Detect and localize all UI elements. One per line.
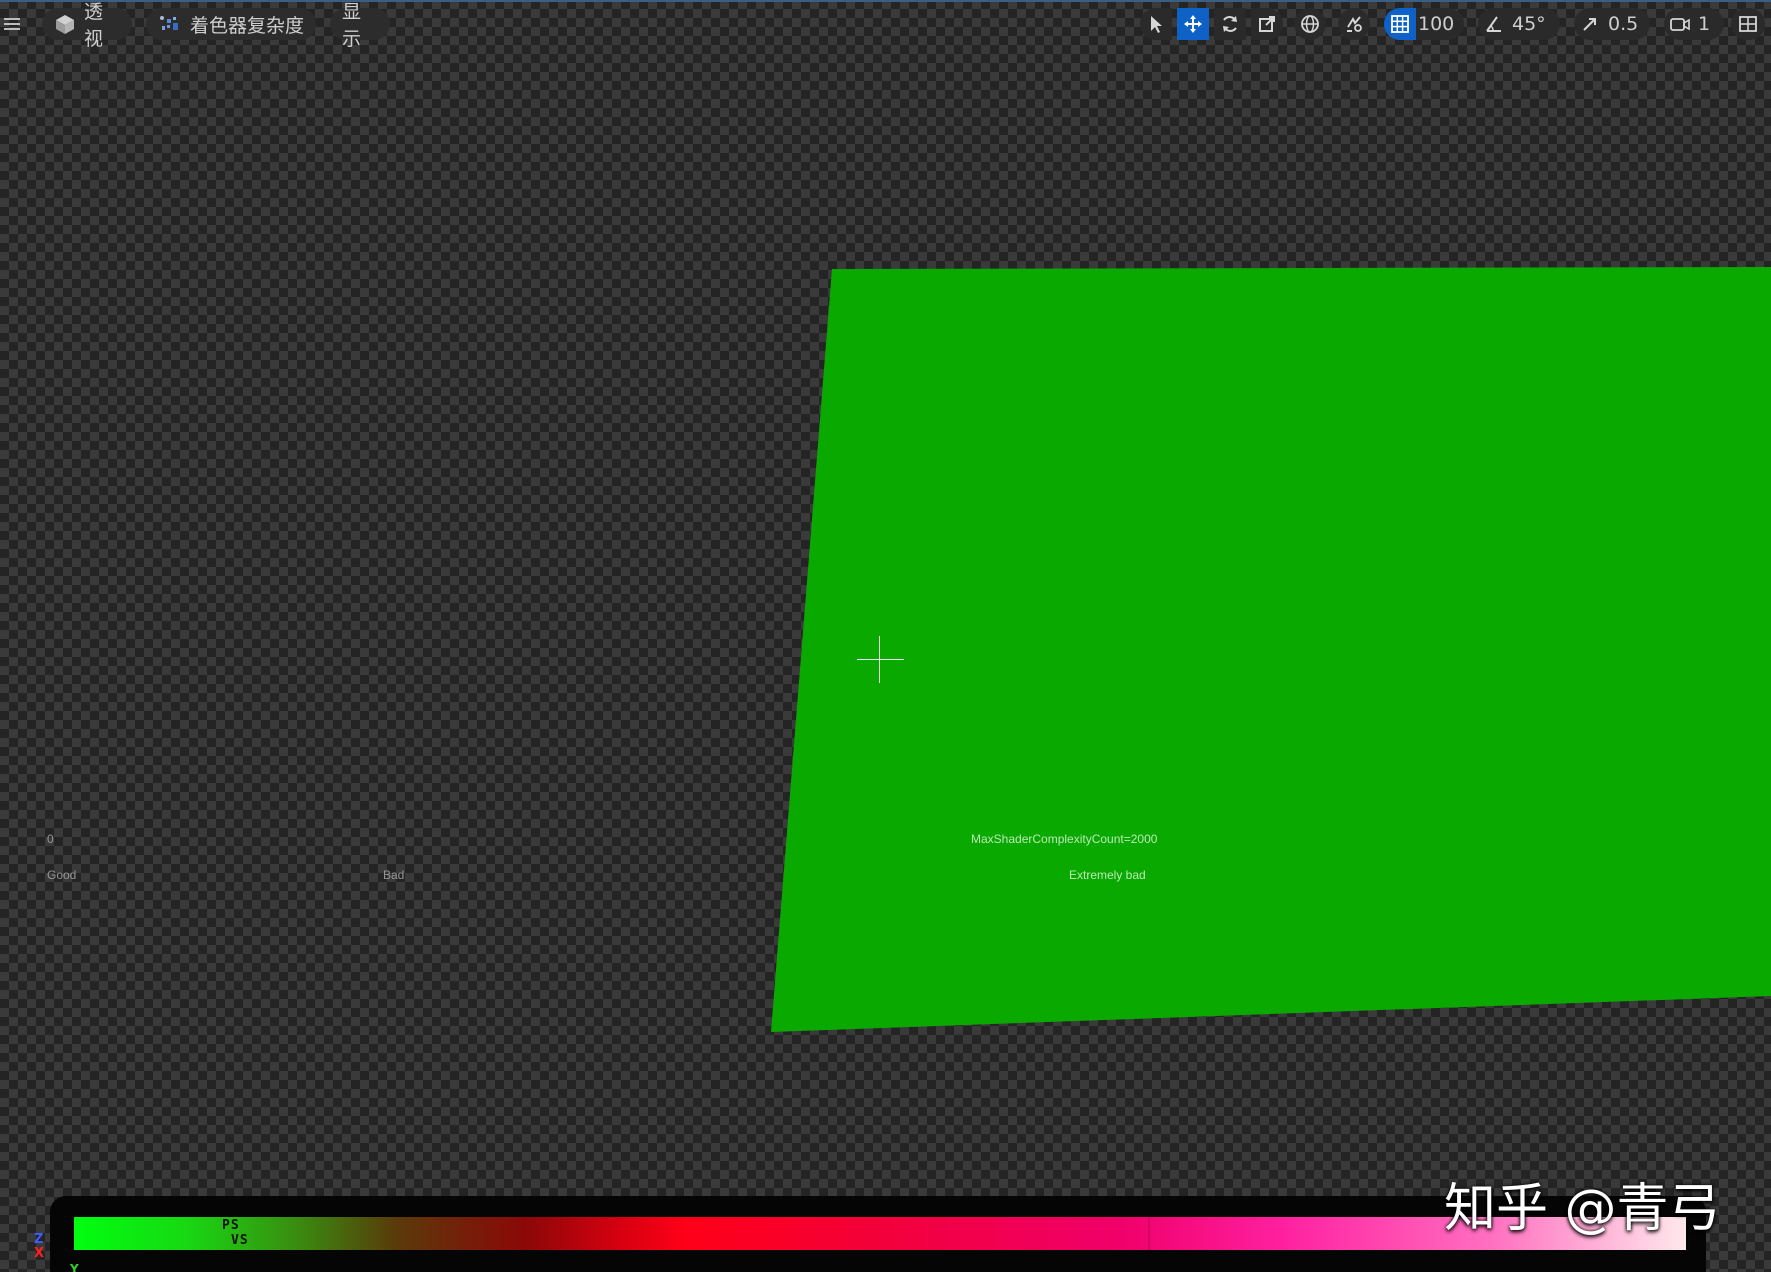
shader-complexity-icon <box>158 14 182 34</box>
view-mode-button[interactable]: 透视 <box>42 1 132 50</box>
world-local-toggle-button[interactable] <box>1294 8 1326 40</box>
scale-tool-button[interactable] <box>1251 8 1283 40</box>
crosshair-vertical <box>879 636 880 683</box>
rotate-icon <box>1223 16 1237 32</box>
legend-bad: Bad <box>383 868 405 882</box>
ps-label: PS <box>222 1218 240 1233</box>
show-flags-button[interactable]: 显示 <box>330 1 390 50</box>
select-tool-button[interactable] <box>1140 8 1172 40</box>
select-arrow-icon <box>1151 16 1162 33</box>
plane-face <box>771 267 1771 1032</box>
crosshair-horizontal <box>857 659 904 660</box>
viewport-toolbar: 透视 着色器复杂度 显示 100 45° 0.5 1 <box>0 1 1771 50</box>
axis-x-label: X <box>34 1246 45 1261</box>
camera-speed-value[interactable]: 1 <box>1696 8 1724 40</box>
axis-z-label: Z <box>34 1232 44 1247</box>
legend-extremely-bad: Extremely bad <box>1069 868 1146 882</box>
scale-icon <box>1259 16 1275 32</box>
legend-good: Good <box>47 868 77 882</box>
green-plane-mesh[interactable] <box>0 0 1771 1272</box>
hamburger-menu-icon[interactable] <box>2 14 22 34</box>
globe-icon <box>1301 15 1319 33</box>
perspective-cube-icon <box>54 13 76 35</box>
surface-snap-icon <box>1347 16 1362 32</box>
rotate-tool-button[interactable] <box>1214 8 1246 40</box>
scale-snap-value[interactable]: 0.5 <box>1606 8 1650 40</box>
rotation-snap-toggle-button[interactable] <box>1478 8 1510 40</box>
shading-mode-button[interactable]: 着色器复杂度 <box>146 8 316 40</box>
complexity-bar-marker <box>1148 1217 1150 1250</box>
grid-icon <box>1391 15 1409 33</box>
grid-snap-toggle-button[interactable] <box>1384 8 1416 40</box>
layout-grid-icon <box>1739 16 1757 32</box>
vs-label: VS <box>231 1233 249 1248</box>
axis-y-label: Y <box>70 1262 79 1272</box>
move-arrows-icon <box>1184 15 1202 33</box>
legend-max-count: MaxShaderComplexityCount=2000 <box>971 832 1158 846</box>
level-viewport[interactable]: 0 Good Bad MaxShaderComplexityCount=2000… <box>0 0 1771 1272</box>
legend-zero: 0 <box>47 832 54 846</box>
scale-snap-icon <box>1583 18 1596 31</box>
rotation-snap-value[interactable]: 45° <box>1510 8 1560 40</box>
translate-tool-button[interactable] <box>1177 8 1209 40</box>
camera-icon <box>1670 18 1690 31</box>
view-mode-label: 透视 <box>84 1 104 50</box>
scale-snap-toggle-button[interactable] <box>1574 8 1606 40</box>
zhihu-watermark: 知乎 @青弓 <box>1444 1179 1721 1239</box>
show-flags-label: 显示 <box>342 1 362 50</box>
viewport-layout-button[interactable] <box>1731 8 1765 40</box>
grid-snap-value[interactable]: 100 <box>1416 8 1464 40</box>
surface-snap-button[interactable] <box>1338 8 1370 40</box>
camera-speed-button[interactable] <box>1664 8 1696 40</box>
shading-mode-label: 着色器复杂度 <box>190 14 305 37</box>
angle-icon <box>1486 16 1501 32</box>
